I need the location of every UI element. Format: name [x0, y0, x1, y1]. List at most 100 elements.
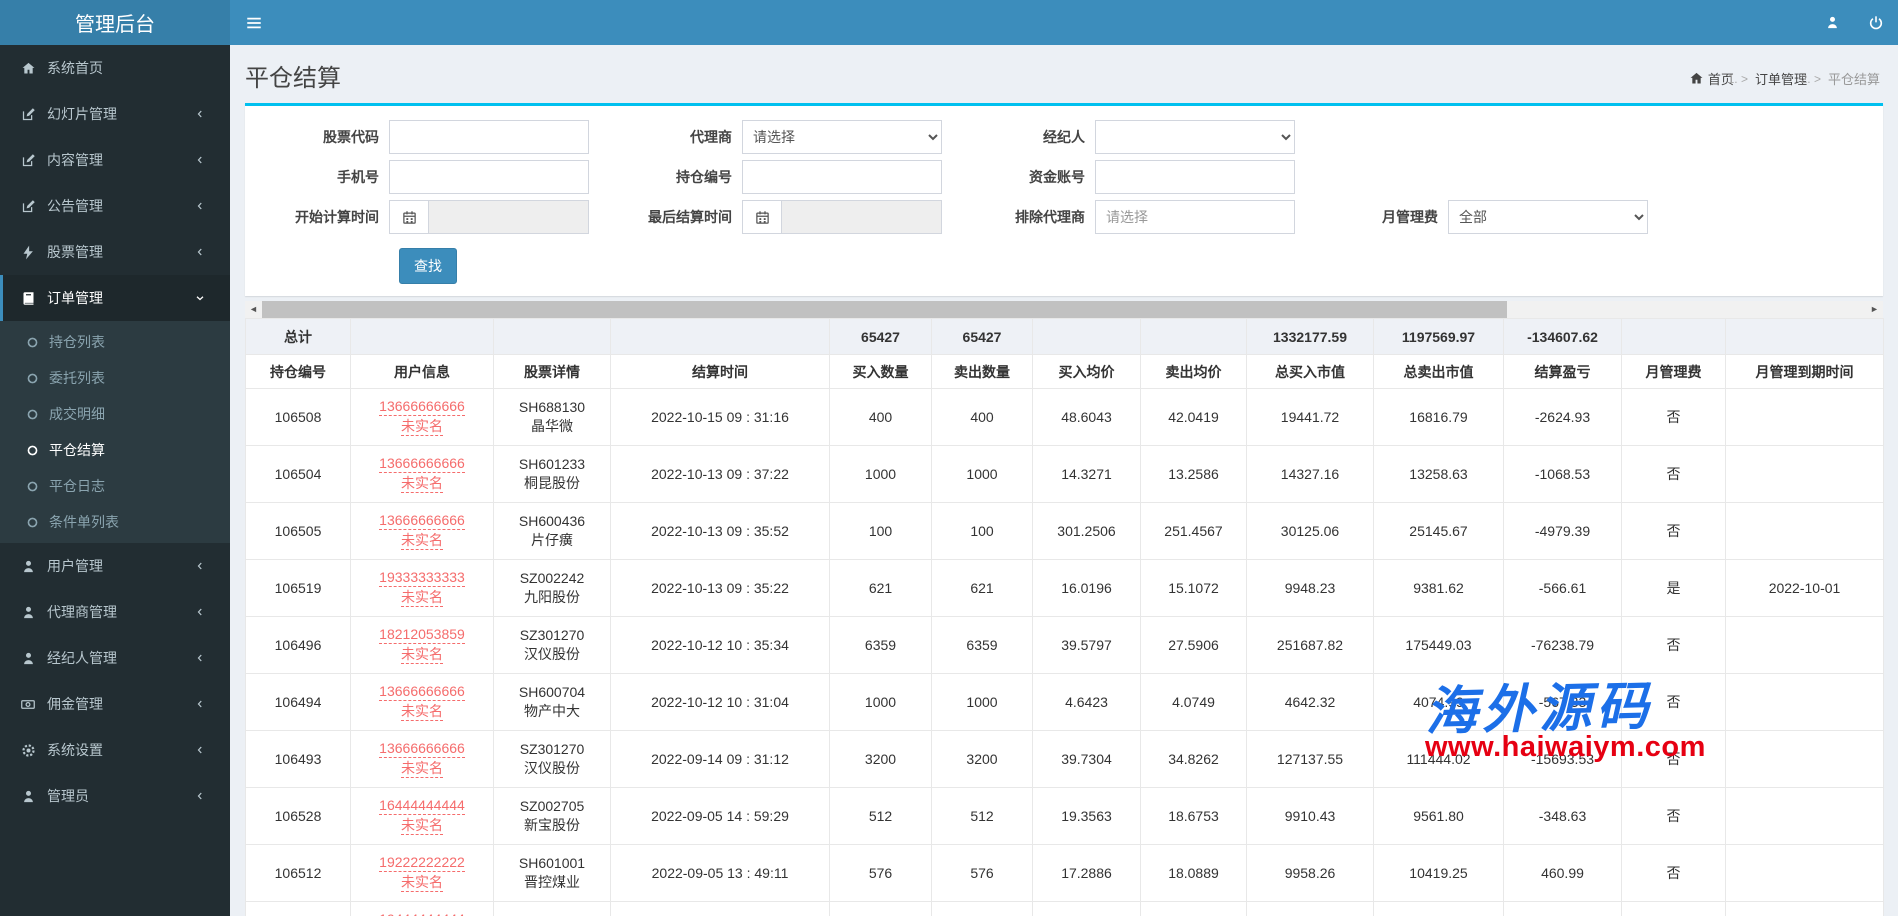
- position-id-cell: 106508: [245, 388, 351, 446]
- breadcrumb-separator: >: [1814, 72, 1821, 86]
- fund-account-input[interactable]: [1095, 160, 1295, 194]
- sidebar-subitem-条件单列表[interactable]: 条件单列表: [0, 504, 230, 540]
- user-realname-link[interactable]: 未实名: [401, 475, 443, 493]
- buy-qty-cell: 100: [829, 502, 932, 560]
- scroll-left-arrow-icon[interactable]: ◄: [245, 301, 262, 318]
- user-realname-link[interactable]: 未实名: [401, 760, 443, 778]
- column-header-用户信息: 用户信息: [350, 354, 494, 389]
- monthly-expire-cell: 2022-10-01: [1725, 559, 1884, 617]
- user-phone-link[interactable]: 18212053859: [379, 626, 465, 644]
- user-phone-link[interactable]: 13666666666: [379, 683, 465, 701]
- sidebar-subitem-平仓结算[interactable]: 平仓结算: [0, 432, 230, 468]
- totals-cell: [610, 318, 830, 355]
- settle-time-cell: 2022-10-12 10 : 35:34: [610, 616, 830, 674]
- sidebar-item-系统首页[interactable]: 系统首页: [0, 45, 230, 91]
- buy-avg-cell: 301.2506: [1032, 502, 1141, 560]
- user-menu-button[interactable]: [1810, 0, 1854, 45]
- position-id-cell: 106496: [245, 616, 351, 674]
- user-realname-link[interactable]: 未实名: [401, 532, 443, 550]
- sidebar-subitem-平仓日志[interactable]: 平仓日志: [0, 468, 230, 504]
- user-realname-link[interactable]: 未实名: [401, 817, 443, 835]
- sidebar-item-佣金管理[interactable]: 佣金管理: [0, 681, 230, 727]
- user-realname-link[interactable]: 未实名: [401, 874, 443, 892]
- sidebar-item-内容管理[interactable]: 内容管理: [0, 137, 230, 183]
- horizontal-scrollbar[interactable]: ◄ ►: [245, 301, 1883, 318]
- profit-cell: -348.63: [1503, 787, 1622, 845]
- sidebar-item-代理商管理[interactable]: 代理商管理: [0, 589, 230, 635]
- sidebar-item-经纪人管理[interactable]: 经纪人管理: [0, 635, 230, 681]
- user-phone-link[interactable]: 13666666666: [379, 512, 465, 530]
- sidebar-item-公告管理[interactable]: 公告管理: [0, 183, 230, 229]
- stock-code-input[interactable]: [389, 120, 589, 154]
- stock-code: SH601233: [518, 456, 586, 472]
- stock-detail-cell: SZ301270 汉仪股份: [493, 616, 611, 674]
- chevron-left-icon: [193, 246, 206, 258]
- user-realname-link[interactable]: 未实名: [401, 703, 443, 721]
- table-row: 10651419444444444未实名SZ0006512022-09-05 1…: [245, 901, 1884, 916]
- logout-button[interactable]: [1854, 0, 1898, 45]
- sidebar-item-订单管理[interactable]: 订单管理: [0, 275, 230, 321]
- stock-code: SZ002705: [519, 798, 585, 814]
- settle-time-cell: 2022-10-13 09 : 35:52: [610, 502, 830, 560]
- broker-select[interactable]: [1095, 120, 1295, 154]
- table-section: ◄ ► 总计 65427 65427 1332177.59 1197569.97 -134…: [245, 301, 1884, 916]
- scroll-right-arrow-icon[interactable]: ►: [1866, 301, 1883, 318]
- chevron-left-icon: [193, 606, 206, 618]
- user-realname-link[interactable]: 未实名: [401, 589, 443, 607]
- start-time-calendar-icon[interactable]: [389, 200, 429, 234]
- user-phone-link[interactable]: 13666666666: [379, 740, 465, 758]
- sidebar-submenu: 持仓列表 委托列表 成交明细 平仓结算 平仓日志 条件单列表: [0, 321, 230, 543]
- sidebar-subitem-委托列表[interactable]: 委托列表: [0, 360, 230, 396]
- phone-input[interactable]: [389, 160, 589, 194]
- sidebar-item-系统设置[interactable]: 系统设置: [0, 727, 230, 773]
- start-time-label: 开始计算时间: [295, 209, 379, 225]
- sidebar-item-股票管理[interactable]: 股票管理: [0, 229, 230, 275]
- end-time-calendar-icon[interactable]: [742, 200, 782, 234]
- buy-avg-cell: 4.6423: [1032, 673, 1141, 731]
- scrollbar-thumb[interactable]: [262, 301, 1507, 318]
- user-realname-link[interactable]: 未实名: [401, 646, 443, 664]
- user-phone-link[interactable]: 16444444444: [379, 797, 465, 815]
- user-info-cell: 13666666666 未实名: [350, 673, 494, 731]
- user-info-cell: 19333333333 未实名: [350, 559, 494, 617]
- user-phone-link[interactable]: 19222222222: [379, 854, 465, 872]
- sell-qty-cell: 3200: [931, 730, 1033, 788]
- position-no-input[interactable]: [742, 160, 942, 194]
- monthly-fee-select[interactable]: 全部: [1448, 200, 1648, 234]
- table-row: 106496 18212053859 未实名 SZ301270 汉仪股份 2022-10-…: [245, 616, 1884, 674]
- settle-time-cell: 2022-09-05 13 : 49:11: [610, 844, 830, 902]
- buy-avg-cell: 19.3563: [1032, 787, 1141, 845]
- sidebar-subitem-持仓列表[interactable]: 持仓列表: [0, 324, 230, 360]
- sidebar-subitem-成交明细[interactable]: 成交明细: [0, 396, 230, 432]
- totals-cell: 1197569.97: [1373, 318, 1504, 355]
- user-phone-link[interactable]: 19333333333: [379, 569, 465, 587]
- stock-detail-cell: SH601233 桐昆股份: [493, 445, 611, 503]
- user-phone-link[interactable]: 19444444444: [379, 911, 465, 916]
- sidebar-toggle-button[interactable]: [230, 0, 278, 45]
- breadcrumb-item-订单管理[interactable]: 订单管理: [1755, 69, 1807, 88]
- stock-name: 新宝股份: [524, 817, 580, 833]
- app-logo[interactable]: 管理后台: [0, 0, 230, 45]
- user-realname-link[interactable]: 未实名: [401, 418, 443, 436]
- sidebar-item-用户管理[interactable]: 用户管理: [0, 543, 230, 589]
- monthly-expire-cell: [1725, 445, 1884, 503]
- book-icon: [18, 291, 38, 306]
- sidebar-item-管理员[interactable]: 管理员: [0, 773, 230, 819]
- profit-cell: 460.99: [1503, 844, 1622, 902]
- sidebar-item-幻灯片管理[interactable]: 幻灯片管理: [0, 91, 230, 137]
- content-header: 平仓结算 首页>订单管理>平仓结算: [230, 45, 1898, 103]
- profit-cell: -566.61: [1503, 559, 1622, 617]
- agent-select[interactable]: 请选择: [742, 120, 942, 154]
- start-time-input[interactable]: [429, 200, 589, 234]
- profit-cell: -76238.79: [1503, 616, 1622, 674]
- user-phone-link[interactable]: 13666666666: [379, 398, 465, 416]
- profit-cell: -15693.53: [1503, 730, 1622, 788]
- stock-detail-cell: SH688130 晶华微: [493, 388, 611, 446]
- buy-avg-cell: 20.8664: [1032, 901, 1141, 916]
- totals-cell: [493, 318, 611, 355]
- user-phone-link[interactable]: 13666666666: [379, 455, 465, 473]
- end-time-input[interactable]: [782, 200, 942, 234]
- search-button[interactable]: 查找: [399, 248, 457, 284]
- exclude-agent-input[interactable]: [1095, 200, 1295, 234]
- sidebar: 系统首页 幻灯片管理 内容管理 公告管理 股票管理 订单管理 持仓列表 委托列表 成交明细 平仓结…: [0, 45, 230, 916]
